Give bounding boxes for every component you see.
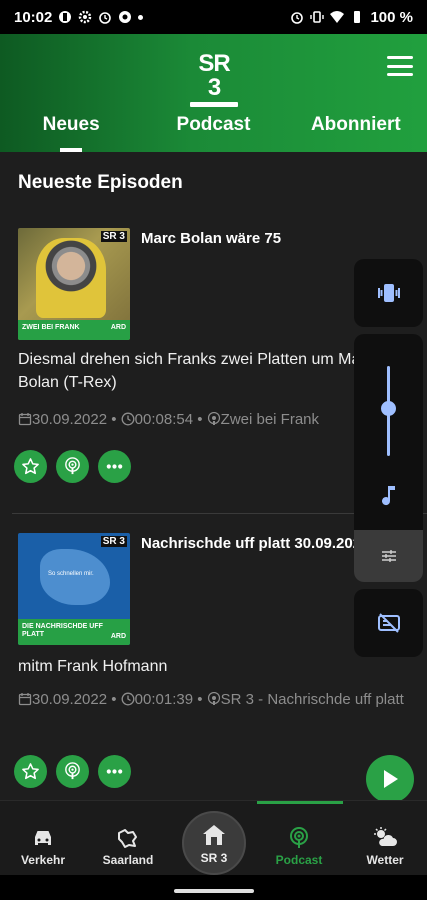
- alarm-icon: [291, 12, 304, 24]
- podcast-button[interactable]: [56, 450, 89, 483]
- weather-icon: [374, 827, 397, 846]
- more-options-button[interactable]: [98, 755, 131, 788]
- clock-icon: [121, 692, 135, 706]
- status-bar: 10:02 100 %: [0, 0, 427, 34]
- sr3-logo[interactable]: SR 3: [190, 52, 238, 107]
- episode-meta: 30.09.2022 • 00:01:39 • SR 3 - Nachrisch…: [18, 689, 418, 711]
- logo-subbar: [190, 102, 238, 107]
- host-photo: [36, 238, 106, 318]
- podcast-icon: [290, 827, 308, 848]
- tab-abonniert[interactable]: Abonniert: [285, 112, 427, 152]
- tab-neues[interactable]: Neues: [0, 112, 142, 152]
- captions-off-icon: [377, 613, 400, 633]
- more-notifications-dot: [138, 14, 144, 20]
- podcast-icon: [65, 762, 80, 780]
- volume-panel: [354, 334, 423, 582]
- gesture-navigation-bar: [0, 875, 427, 900]
- nav-item-wetter[interactable]: Wetter: [345, 827, 425, 867]
- thumb-label-text: ZWEI BEI FRANK: [22, 324, 80, 331]
- podcast-icon: [207, 692, 220, 705]
- thumb-badge: SR 3: [100, 231, 127, 242]
- episode-duration: 00:08:54: [134, 411, 194, 428]
- saarland-map-icon: [118, 829, 137, 848]
- battery-icon: [354, 11, 361, 23]
- app-notification-icon: [119, 11, 132, 23]
- vibrate-icon: [310, 11, 325, 23]
- car-icon: [35, 831, 51, 845]
- app-header: SR 3 Neues Podcast Abonniert: [0, 34, 427, 152]
- ringer-mode-button[interactable]: [354, 259, 423, 327]
- tab-bar: Neues Podcast Abonniert: [0, 112, 427, 152]
- nav-item-podcast[interactable]: Podcast: [259, 827, 339, 867]
- calendar-icon: [18, 693, 32, 706]
- active-nav-indicator: [257, 801, 343, 804]
- episode-date: 30.09.2022: [32, 691, 108, 708]
- episode-thumbnail[interactable]: So schnellen mir. SR 3 DIE NACHRISCHDE U…: [18, 533, 130, 645]
- nav-item-verkehr[interactable]: Verkehr: [3, 827, 83, 867]
- nav-label: Saarland: [102, 853, 154, 867]
- play-button[interactable]: [366, 755, 414, 803]
- thumb-label: DIE NACHRISCHDE UFF PLATT ARD: [18, 619, 130, 645]
- alarm-icon: [99, 12, 112, 24]
- favorite-star-button[interactable]: [14, 755, 47, 788]
- episode-title[interactable]: Marc Bolan wäre 75: [141, 230, 281, 247]
- nav-item-sr3-home[interactable]: SR 3: [182, 811, 246, 875]
- nav-label: Podcast: [275, 853, 323, 867]
- nav-label: Verkehr: [20, 853, 66, 867]
- nav-item-saarland[interactable]: Saarland: [88, 827, 168, 867]
- episode-duration: 00:01:39: [134, 691, 194, 708]
- star-icon: [22, 458, 39, 475]
- bottom-navigation: Verkehr Saarland SR 3 Podcast Wetter: [0, 800, 427, 875]
- more-options-button[interactable]: [98, 450, 131, 483]
- thumb-brand: ARD: [110, 324, 126, 331]
- thumb-label: ZWEI BEI FRANK ARD: [18, 320, 130, 340]
- play-icon: [384, 770, 398, 788]
- saarland-map-graphic: [40, 549, 110, 605]
- podcast-icon: [207, 412, 220, 425]
- podcast-button[interactable]: [56, 755, 89, 788]
- hamburger-menu-icon[interactable]: [387, 56, 413, 76]
- sliders-icon: [381, 550, 396, 562]
- episode-podcast-name[interactable]: Zwei bei Frank: [221, 411, 319, 428]
- settings-gear-icon: [79, 10, 92, 24]
- home-icon: [203, 825, 225, 845]
- status-time: 10:02: [14, 8, 53, 26]
- vibrate-icon: [377, 284, 400, 302]
- podcast-icon: [65, 457, 80, 475]
- more-dots-icon: [106, 769, 123, 774]
- episode-actions: [14, 450, 131, 483]
- episode-title[interactable]: Nachrischde uff platt 30.09.2022: [141, 535, 369, 552]
- thumb-badge: SR 3: [100, 536, 127, 547]
- clock-icon: [121, 412, 135, 426]
- more-dots-icon: [106, 464, 123, 469]
- home-gesture-handle[interactable]: [174, 889, 254, 893]
- star-icon: [22, 763, 39, 780]
- episode-podcast-name[interactable]: SR 3 - Nachrischde uff platt: [221, 691, 404, 708]
- live-caption-button[interactable]: [354, 589, 423, 657]
- nav-label: SR 3: [200, 851, 228, 865]
- episode-description: mitm Frank Hofmann: [18, 658, 168, 675]
- wifi-icon: [330, 11, 345, 23]
- thumb-brand: ARD: [110, 633, 126, 640]
- music-note-icon: [382, 486, 395, 506]
- thumb-label-text: DIE NACHRISCHDE UFF PLATT: [22, 623, 103, 638]
- thumb-map-text: So schnellen mir.: [48, 571, 94, 577]
- episode-actions: [14, 755, 131, 788]
- battery-percent: 100 %: [370, 8, 413, 26]
- nav-label: Wetter: [366, 853, 404, 867]
- section-title: Neueste Episoden: [18, 172, 183, 193]
- volume-slider-thumb[interactable]: [381, 401, 396, 416]
- calendar-icon: [18, 413, 32, 426]
- tab-podcast[interactable]: Podcast: [142, 112, 284, 152]
- notification-app-icon: [59, 11, 72, 23]
- episode-date: 30.09.2022: [32, 411, 108, 428]
- episode-thumbnail[interactable]: SR 3 ZWEI BEI FRANK ARD: [18, 228, 130, 340]
- favorite-star-button[interactable]: [14, 450, 47, 483]
- logo-text: SR 3: [198, 50, 230, 101]
- volume-settings-button[interactable]: [354, 530, 423, 582]
